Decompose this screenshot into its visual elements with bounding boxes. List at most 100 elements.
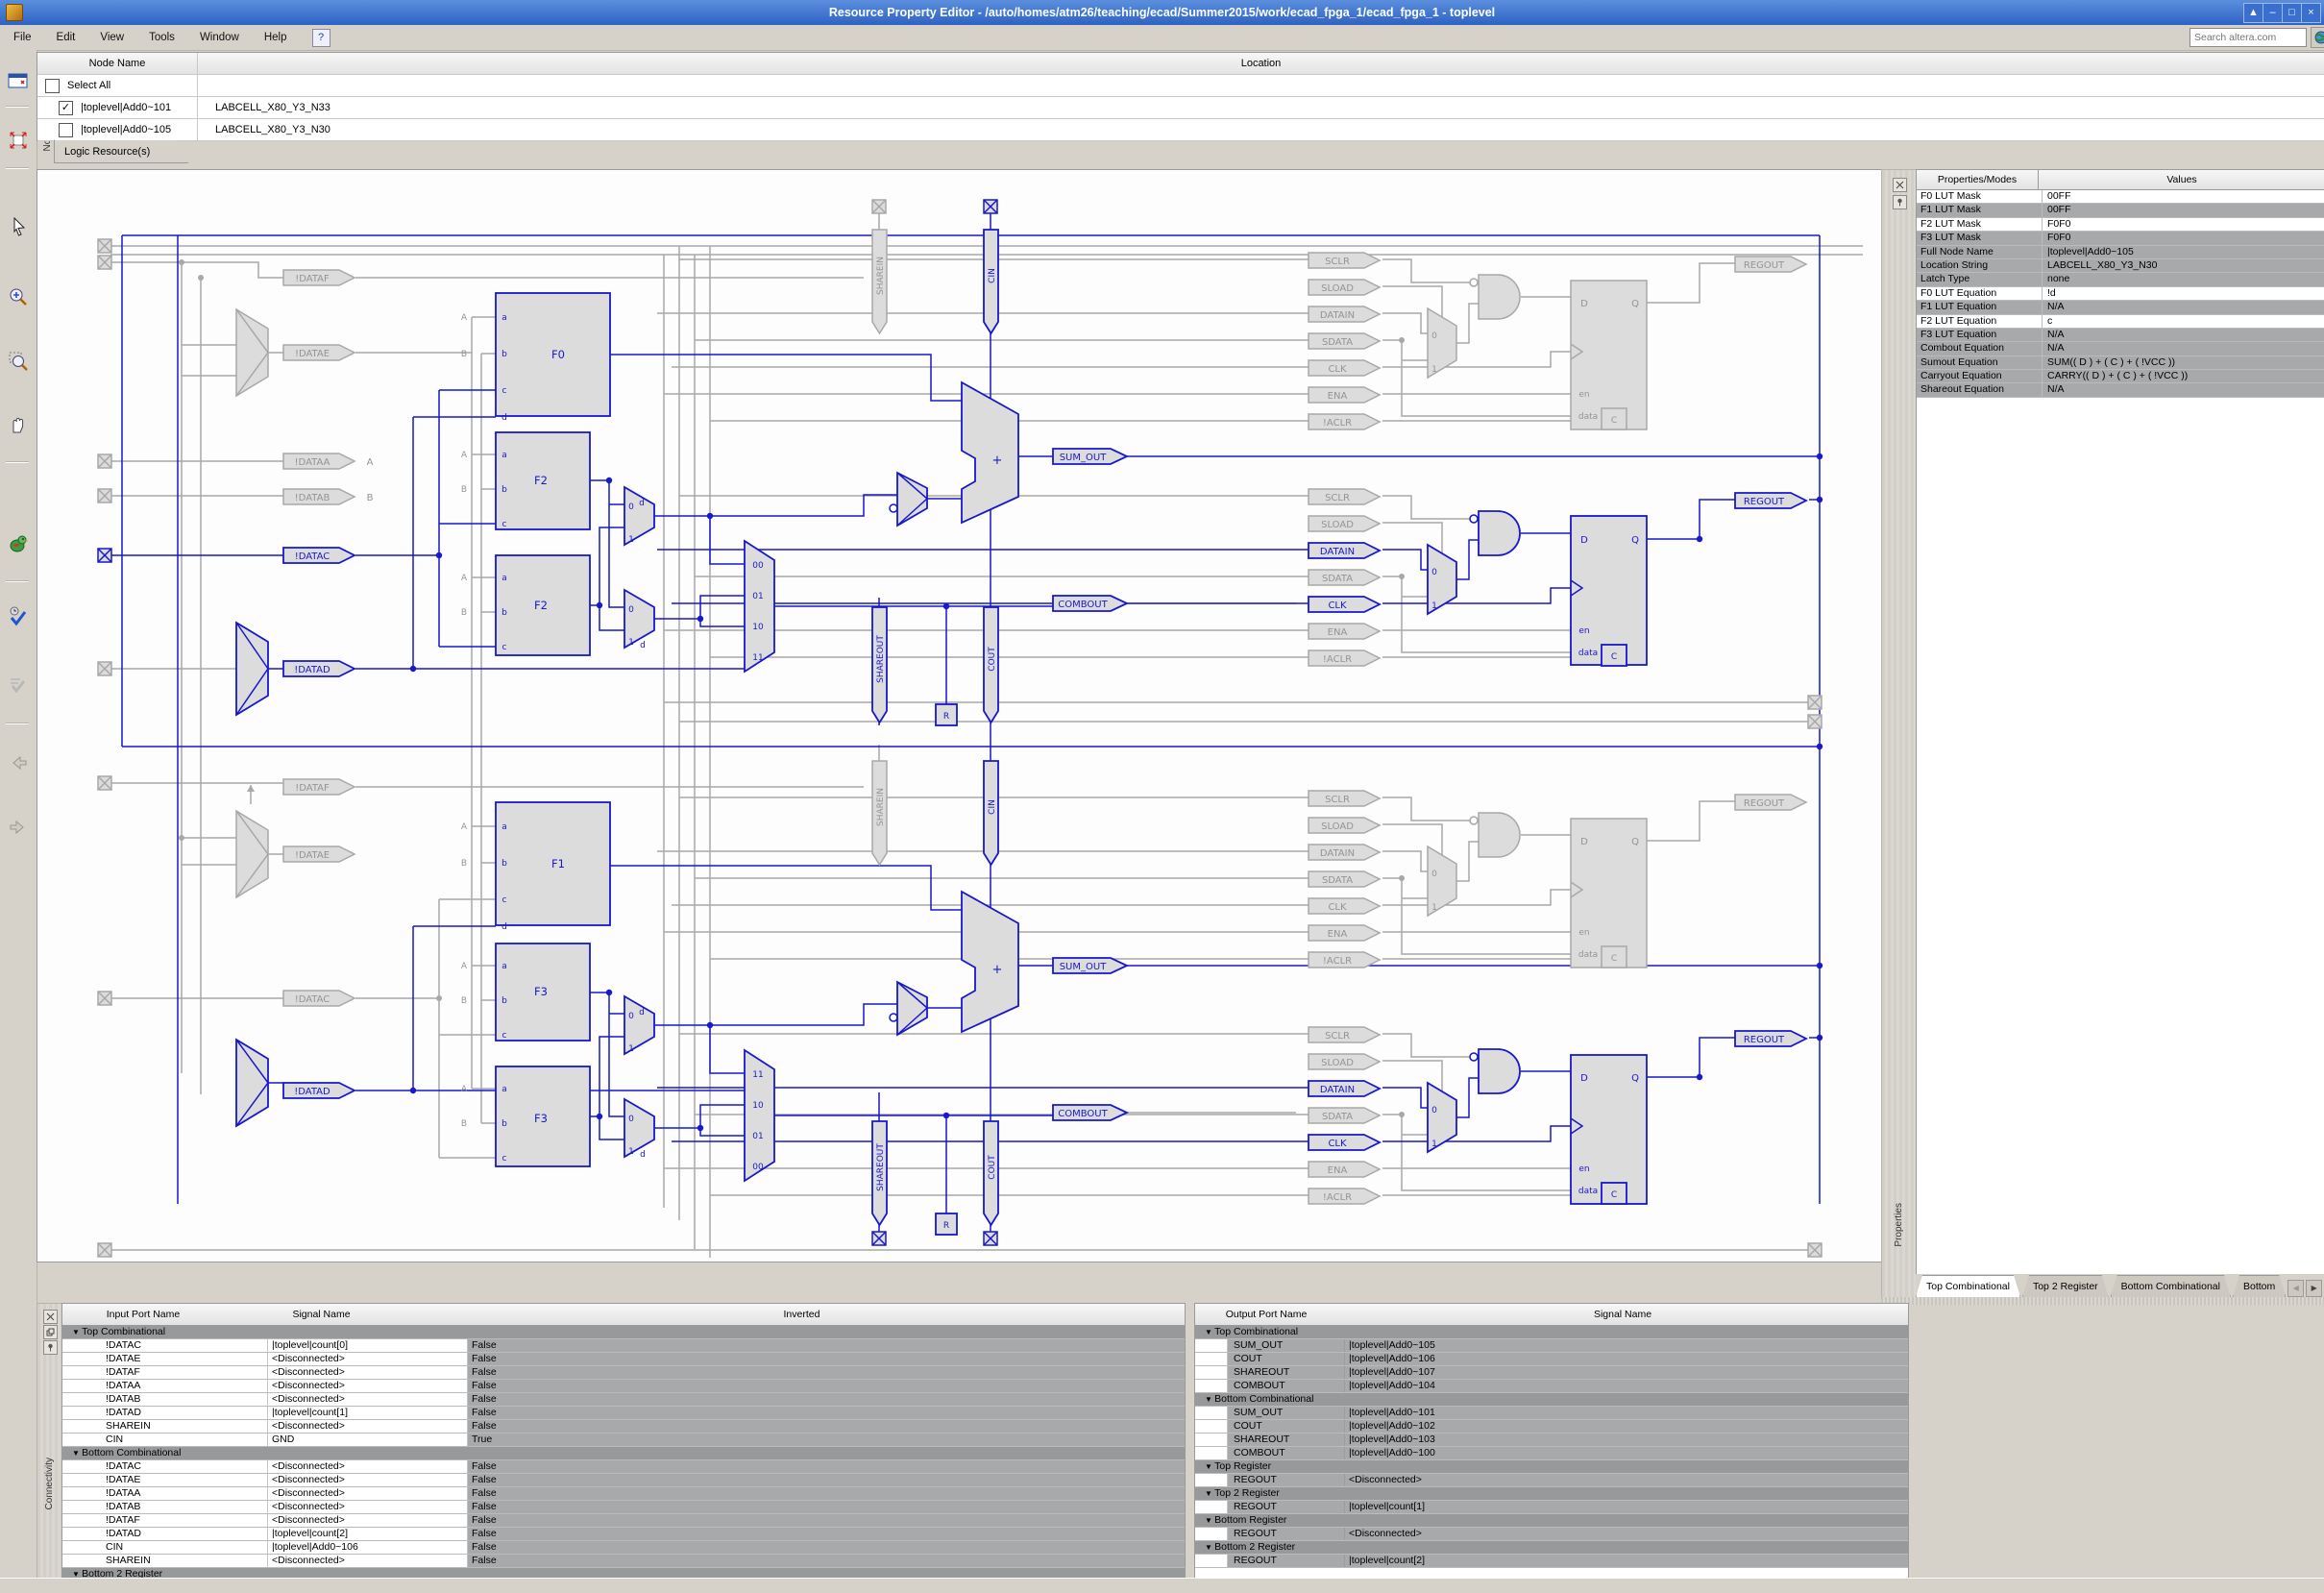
port-flag-dataf-top[interactable]: !DATAF <box>283 270 355 285</box>
schematic-canvas[interactable]: !DATAF !DATAE !DATAA !DATAB !DATAC !DATA… <box>37 169 1883 1262</box>
property-row[interactable]: F3 LUT MaskF0F0 <box>1917 232 2324 245</box>
output-group-row[interactable]: Top 2 Register <box>1195 1487 1908 1501</box>
bird-tool-button[interactable] <box>5 530 31 556</box>
input-row[interactable]: !DATAC|toplevel|count[0]False <box>62 1339 1185 1353</box>
maximize-button[interactable]: □ <box>2282 3 2302 23</box>
adder-top[interactable]: + <box>962 382 1018 523</box>
zoom-selection-tool-button[interactable] <box>5 348 31 374</box>
properties-close-icon[interactable] <box>1893 178 1907 192</box>
lut-output-muxes[interactable]: 0d1 01d 0d1 01d <box>624 487 654 1160</box>
r-box-bottom[interactable]: R <box>936 1213 957 1235</box>
property-row[interactable]: F0 LUT Mask00FF <box>1917 190 2324 204</box>
node-row[interactable]: |toplevel|Add0~101 LABCELL_X80_Y3_N33 <box>37 97 2324 119</box>
back-button[interactable] <box>5 749 31 775</box>
port-flag-datad-top[interactable]: !DATAD <box>283 661 355 676</box>
input-row[interactable]: !DATAD|toplevel|count[1]False <box>62 1407 1185 1420</box>
input-row[interactable]: !DATAE<Disconnected>False <box>62 1353 1185 1366</box>
input-row[interactable]: !DATAF<Disconnected>False <box>62 1514 1185 1528</box>
output-row[interactable]: REGOUT<Disconnected> <box>1195 1528 1908 1541</box>
tab-logic-resources[interactable]: Logic Resource(s) <box>54 139 188 163</box>
sum-out-flag-bottom[interactable]: SUM_OUT <box>1053 958 1127 973</box>
carry-mux-bottom[interactable] <box>890 982 927 1035</box>
property-row[interactable]: Combout EquationN/A <box>1917 342 2324 355</box>
property-row[interactable]: F1 LUT Mask00FF <box>1917 204 2324 217</box>
forward-button[interactable] <box>5 814 31 840</box>
r-box-top[interactable]: R <box>936 704 957 725</box>
lut-f2-lower[interactable]: F2abcAB <box>461 555 590 655</box>
sharein-flag-bottom[interactable]: SHAREIN <box>872 761 887 865</box>
input-row[interactable]: !DATAF<Disconnected>False <box>62 1366 1185 1380</box>
properties-pin-icon[interactable] <box>1893 195 1907 209</box>
property-row[interactable]: Latch Typenone <box>1917 273 2324 286</box>
menu-file[interactable]: File <box>13 32 32 43</box>
check-resource-button[interactable] <box>5 602 31 628</box>
output-row[interactable]: COMBOUT|toplevel|Add0~104 <box>1195 1380 1908 1393</box>
adder-bottom[interactable]: + <box>962 892 1018 1032</box>
input-row[interactable]: !DATAE<Disconnected>False <box>62 1474 1185 1487</box>
menu-help[interactable]: Help <box>264 32 287 43</box>
output-group-row[interactable]: Bottom 2 Register <box>1195 1541 1908 1555</box>
combout-mux-top[interactable]: 00011011 <box>745 541 774 672</box>
fit-view-button[interactable] <box>5 127 31 153</box>
menu-edit[interactable]: Edit <box>57 32 76 43</box>
check-disabled-button[interactable] <box>5 670 31 696</box>
lut-f3-lower[interactable]: F3abcAB <box>461 1066 590 1166</box>
node-checkbox[interactable] <box>59 101 73 115</box>
output-group-row[interactable]: Bottom Register <box>1195 1514 1908 1528</box>
help-icon[interactable]: ? <box>312 29 330 47</box>
property-row[interactable]: F1 LUT EquationN/A <box>1917 301 2324 314</box>
sharein-flag-top[interactable]: SHAREIN <box>872 230 887 333</box>
combout-flag-top[interactable]: COMBOUT <box>1053 596 1127 611</box>
tab-bottom-combinational[interactable]: Bottom Combinational <box>2111 1275 2231 1297</box>
input-row[interactable]: SHAREIN<Disconnected>False <box>62 1555 1185 1568</box>
output-row[interactable]: COMBOUT|toplevel|Add0~100 <box>1195 1447 1908 1460</box>
output-row[interactable]: SHAREOUT|toplevel|Add0~107 <box>1195 1366 1908 1380</box>
input-group-row[interactable]: Top Combinational <box>62 1326 1185 1339</box>
input-row[interactable]: !DATAD|toplevel|count[2]False <box>62 1528 1185 1541</box>
node-finder-button[interactable] <box>5 67 31 93</box>
search-input[interactable] <box>2189 28 2307 47</box>
select-all-row[interactable]: Select All <box>37 75 2324 97</box>
carry-mux-top[interactable] <box>890 473 927 526</box>
property-row[interactable]: Full Node Name|toplevel|Add0~105 <box>1917 246 2324 259</box>
tab-bottom[interactable]: Bottom <box>2233 1275 2286 1297</box>
tab-scroll-right-icon[interactable]: ▶ <box>2306 1280 2322 1297</box>
input-muxes[interactable] <box>236 309 268 1126</box>
select-all-checkbox[interactable] <box>45 79 60 93</box>
port-flag-datad-bottom[interactable]: !DATAD <box>283 1083 355 1098</box>
property-row[interactable]: F2 LUT Equationc <box>1917 315 2324 329</box>
input-row[interactable]: !DATAB<Disconnected>False <box>62 1393 1185 1407</box>
input-row[interactable]: !DATAA<Disconnected>False <box>62 1487 1185 1501</box>
cout-flag-edge[interactable]: COUT <box>984 1121 998 1225</box>
connectivity-close-icon[interactable] <box>43 1310 58 1324</box>
lut-f2-upper[interactable]: F2abcAB <box>461 432 590 529</box>
input-group-row[interactable]: Bottom Combinational <box>62 1447 1185 1460</box>
combout-flag-bottom[interactable]: COMBOUT <box>1053 1105 1127 1120</box>
cout-flag-mid[interactable]: COUT <box>984 607 998 723</box>
property-row[interactable]: Carryout EquationCARRY(( D ) + ( C ) + (… <box>1917 370 2324 383</box>
input-row[interactable]: CIN|toplevel|Add0~106False <box>62 1541 1185 1555</box>
port-flag-datac-bottom[interactable]: !DATAC <box>283 991 355 1006</box>
port-flag-datae-bottom[interactable]: !DATAE <box>283 846 355 862</box>
input-row[interactable]: CINGNDTrue <box>62 1434 1185 1447</box>
register-top[interactable]: SCLR SLOAD DATAIN SDATA CLK ENA !ACLR 01… <box>1309 253 1806 429</box>
node-checkbox[interactable] <box>59 123 73 137</box>
property-row[interactable]: F2 LUT MaskF0F0 <box>1917 218 2324 232</box>
output-row[interactable]: SUM_OUT|toplevel|Add0~105 <box>1195 1339 1908 1353</box>
menu-view[interactable]: View <box>100 32 124 43</box>
tab-top-combinational[interactable]: Top Combinational <box>1916 1275 2020 1297</box>
port-flag-datae-top[interactable]: !DATAE <box>283 345 355 360</box>
port-flag-datac-top[interactable]: !DATAC <box>283 548 355 563</box>
output-group-row[interactable]: Bottom Combinational <box>1195 1393 1908 1407</box>
output-group-row[interactable]: Top Register <box>1195 1460 1908 1474</box>
output-row[interactable]: REGOUT<Disconnected> <box>1195 1474 1908 1487</box>
property-row[interactable]: Sumout EquationSUM(( D ) + ( C ) + ( !VC… <box>1917 356 2324 370</box>
output-row[interactable]: REGOUT|toplevel|count[2] <box>1195 1555 1908 1568</box>
shareout-flag-mid[interactable]: SHAREOUT <box>872 607 887 723</box>
close-button[interactable]: × <box>2301 3 2321 23</box>
output-row[interactable]: REGOUT|toplevel|count[1] <box>1195 1501 1908 1514</box>
property-row[interactable]: Shareout EquationN/A <box>1917 383 2324 397</box>
cin-flag-top[interactable]: CIN <box>984 230 998 333</box>
minimize-button[interactable]: – <box>2263 3 2283 23</box>
output-row[interactable]: COUT|toplevel|Add0~106 <box>1195 1353 1908 1366</box>
